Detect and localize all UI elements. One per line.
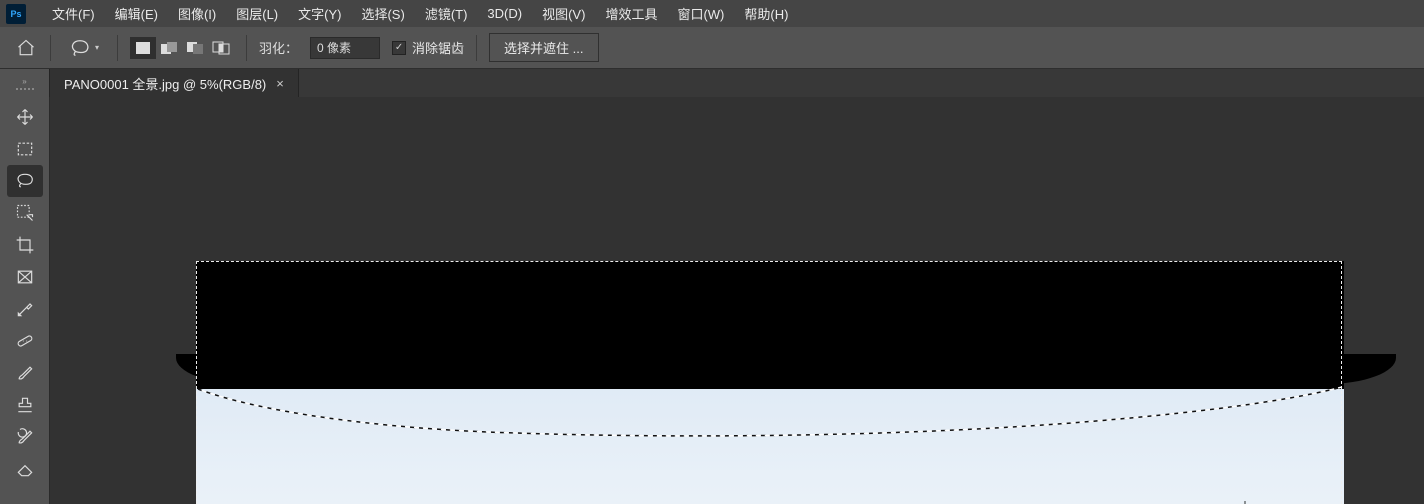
frame-icon bbox=[15, 267, 35, 287]
menu-plugins[interactable]: 增效工具 bbox=[595, 0, 667, 27]
antialias-label: 消除锯齿 bbox=[412, 38, 464, 57]
checkbox-checked-icon: ✓ bbox=[392, 41, 406, 55]
separator bbox=[117, 35, 118, 61]
stamp-icon bbox=[15, 395, 35, 415]
tool-preset-picker[interactable]: ▾ bbox=[63, 37, 105, 59]
move-tool[interactable] bbox=[7, 101, 43, 133]
bandage-icon bbox=[15, 331, 35, 351]
grip-icon bbox=[16, 88, 34, 90]
document-tab-bar: » PANO0001 全景.jpg @ 5%(RGB/8) × bbox=[0, 69, 1424, 97]
stamp-tool[interactable] bbox=[7, 389, 43, 421]
eyedropper-icon bbox=[15, 299, 35, 319]
lasso-icon bbox=[15, 171, 35, 191]
history-brush-icon bbox=[15, 427, 35, 447]
document-image bbox=[196, 261, 1344, 504]
history-brush-tool[interactable] bbox=[7, 421, 43, 453]
menu-type[interactable]: 文字(Y) bbox=[288, 0, 351, 27]
quick-select-icon bbox=[15, 203, 35, 223]
menu-file[interactable]: 文件(F) bbox=[42, 0, 105, 27]
chevron-right-icon: » bbox=[22, 79, 26, 85]
menu-help[interactable]: 帮助(H) bbox=[734, 0, 798, 27]
brush-icon bbox=[15, 363, 35, 383]
panel-collapse-handle[interactable]: » bbox=[0, 69, 50, 97]
selection-subtract-icon bbox=[186, 41, 204, 55]
menu-edit[interactable]: 编辑(E) bbox=[105, 0, 168, 27]
separator bbox=[246, 35, 247, 61]
eraser-icon bbox=[15, 459, 35, 479]
feather-input[interactable] bbox=[310, 37, 380, 59]
document-tab[interactable]: PANO0001 全景.jpg @ 5%(RGB/8) × bbox=[50, 69, 299, 97]
menu-view[interactable]: 视图(V) bbox=[532, 0, 595, 27]
frame-tool[interactable] bbox=[7, 261, 43, 293]
eyedropper-tool[interactable] bbox=[7, 293, 43, 325]
menu-layer[interactable]: 图层(L) bbox=[226, 0, 288, 27]
select-and-mask-button[interactable]: 选择并遮住 ... bbox=[489, 33, 598, 62]
selection-add-button[interactable] bbox=[156, 37, 182, 59]
selection-mode-group bbox=[130, 37, 234, 59]
app-logo: Ps bbox=[6, 4, 26, 24]
healing-brush-tool[interactable] bbox=[7, 325, 43, 357]
selection-new-button[interactable] bbox=[130, 37, 156, 59]
selection-add-icon bbox=[160, 41, 178, 55]
options-bar: ▾ 羽化： ✓ 消除锯齿 选择并遮住 ... bbox=[0, 27, 1424, 69]
menu-select[interactable]: 选择(S) bbox=[351, 0, 414, 27]
antialias-checkbox[interactable]: ✓ 消除锯齿 bbox=[392, 38, 464, 57]
menu-window[interactable]: 窗口(W) bbox=[667, 0, 734, 27]
chevron-down-icon: ▾ bbox=[95, 43, 99, 52]
home-button[interactable] bbox=[14, 36, 38, 60]
quick-select-tool[interactable] bbox=[7, 197, 43, 229]
workspace bbox=[0, 97, 1424, 504]
crop-icon bbox=[15, 235, 35, 255]
menu-filter[interactable]: 滤镜(T) bbox=[415, 0, 478, 27]
tools-panel bbox=[0, 97, 50, 504]
close-tab-button[interactable]: × bbox=[276, 76, 284, 91]
eraser-tool[interactable] bbox=[7, 453, 43, 485]
brush-tool[interactable] bbox=[7, 357, 43, 389]
selection-intersect-icon bbox=[212, 41, 230, 55]
lasso-icon bbox=[69, 39, 91, 57]
marquee-icon bbox=[15, 139, 35, 159]
menu-3d[interactable]: 3D(D) bbox=[477, 2, 532, 25]
move-icon bbox=[15, 107, 35, 127]
rect-marquee-tool[interactable] bbox=[7, 133, 43, 165]
canvas[interactable] bbox=[50, 97, 1424, 504]
document-tab-title: PANO0001 全景.jpg @ 5%(RGB/8) bbox=[64, 74, 266, 93]
lasso-tool[interactable] bbox=[7, 165, 43, 197]
selection-outline-curve bbox=[196, 261, 1344, 504]
menu-bar: Ps 文件(F) 编辑(E) 图像(I) 图层(L) 文字(Y) 选择(S) 滤… bbox=[0, 0, 1424, 27]
separator bbox=[50, 35, 51, 61]
separator bbox=[476, 35, 477, 61]
selection-new-icon bbox=[135, 41, 151, 55]
crop-tool[interactable] bbox=[7, 229, 43, 261]
menu-image[interactable]: 图像(I) bbox=[168, 0, 226, 27]
selection-subtract-button[interactable] bbox=[182, 37, 208, 59]
selection-intersect-button[interactable] bbox=[208, 37, 234, 59]
feather-label: 羽化： bbox=[259, 38, 298, 57]
home-icon bbox=[16, 38, 36, 58]
